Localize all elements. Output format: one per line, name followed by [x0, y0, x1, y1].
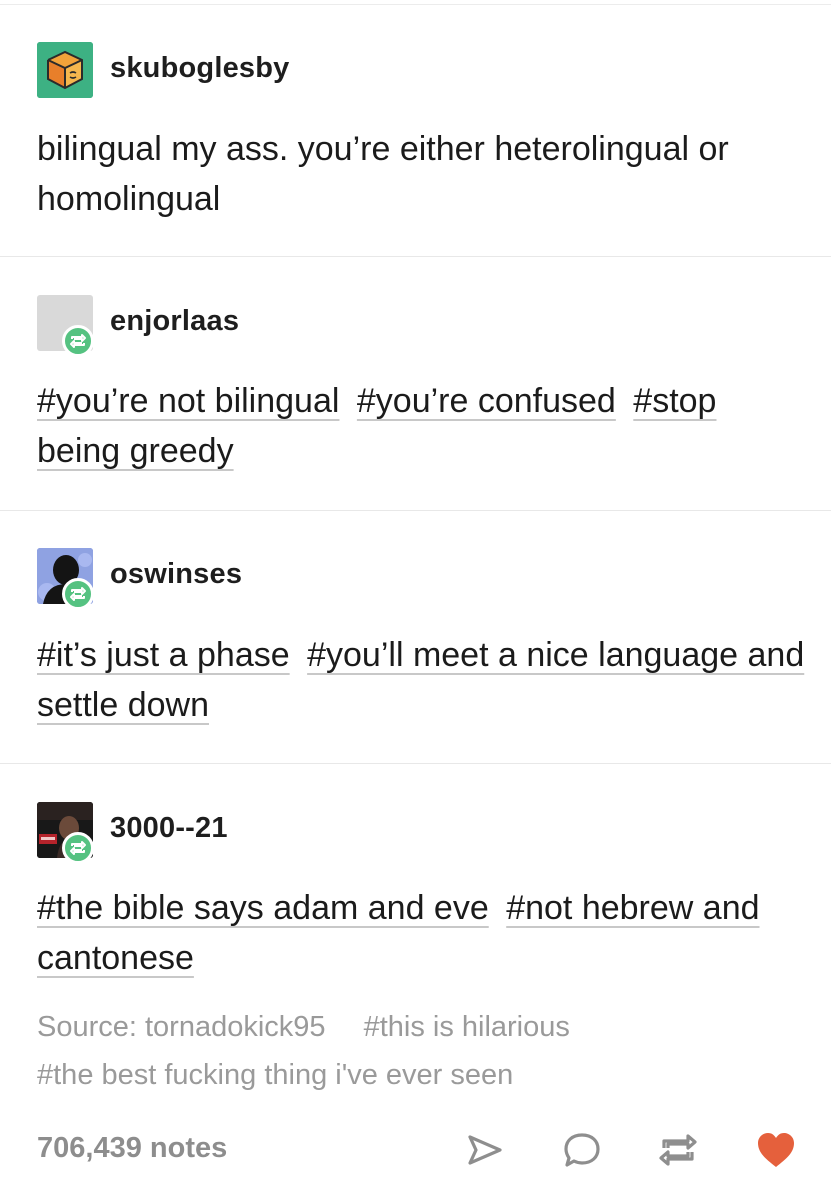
tag-link[interactable]: #you’re confused: [357, 382, 616, 420]
username[interactable]: skuboglesby: [110, 52, 289, 85]
post-divider: [0, 763, 831, 764]
share-icon[interactable]: [462, 1128, 506, 1172]
post-tags: #the bible says adam and eve #not hebrew…: [37, 883, 807, 983]
top-border: [0, 4, 831, 5]
username[interactable]: enjorlaas: [110, 305, 239, 338]
tag-link[interactable]: #the best fucking thing i've ever seen: [37, 1059, 513, 1091]
post-divider: [0, 256, 831, 257]
tag-link[interactable]: #this is hilarious: [364, 1011, 570, 1043]
post-tags: #it’s just a phase #you’ll meet a nice l…: [37, 630, 807, 730]
avatar-wrap: [37, 802, 107, 872]
reblog-badge-icon: [62, 832, 94, 864]
notes-count[interactable]: 706,439 notes: [37, 1132, 227, 1165]
post-text: bilingual my ass. you’re either heteroli…: [37, 130, 729, 218]
reblog-badge-icon: [62, 578, 94, 610]
source-link[interactable]: Source: tornadokick95: [37, 1011, 326, 1043]
cube-avatar-icon[interactable]: [37, 42, 93, 98]
post-meta: Source: tornadokick95 #this is hilarious …: [37, 1003, 807, 1099]
reblog-badge-icon: [62, 325, 94, 357]
username[interactable]: oswinses: [110, 558, 242, 591]
username[interactable]: 3000--21: [110, 812, 228, 845]
avatar-wrap: [37, 548, 107, 618]
avatar-wrap: [37, 295, 107, 365]
reply-icon[interactable]: [560, 1128, 604, 1172]
post-divider: [0, 510, 831, 511]
tag-link[interactable]: #you’re not bilingual: [37, 382, 339, 420]
tag-link[interactable]: #the bible says adam and eve: [37, 889, 489, 927]
tag-link[interactable]: #it’s just a phase: [37, 636, 290, 674]
heart-icon[interactable]: [754, 1128, 798, 1172]
reblog-icon[interactable]: [656, 1128, 700, 1172]
post-tags: #you’re not bilingual #you’re confused #…: [37, 376, 807, 476]
